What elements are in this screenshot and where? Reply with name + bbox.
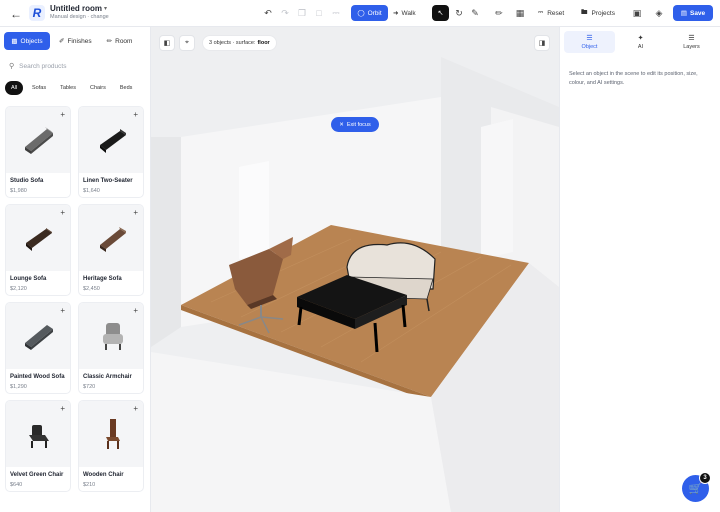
trash-icon: ⎓ — [538, 9, 544, 16]
add-icon[interactable]: + — [60, 404, 65, 413]
product-card[interactable]: + Heritage Sofa $2,450 — [78, 204, 144, 296]
product-card[interactable]: + Linen Two-Seater $1,640 — [78, 106, 144, 198]
product-card[interactable]: + Painted Wood Sofa $1,290 — [5, 302, 71, 394]
save-icon: ▤ — [680, 10, 687, 17]
copy-icon[interactable]: ❐ — [296, 7, 308, 19]
orbit-button[interactable]: ◯ Orbit — [351, 5, 388, 21]
chip-sofas[interactable]: Sofas — [27, 81, 51, 95]
chip-chairs[interactable]: Chairs — [85, 81, 111, 95]
rotate-icon[interactable]: ↻ — [453, 7, 465, 19]
add-icon[interactable]: + — [60, 110, 65, 119]
product-card[interactable]: + Classic Armchair $720 — [78, 302, 144, 394]
ruler-icon: ✏ — [106, 38, 113, 45]
layers-icon: ☰ — [688, 35, 695, 42]
add-icon[interactable]: + — [133, 110, 138, 119]
product-card[interactable]: + Studio Sofa $1,980 — [5, 106, 71, 198]
walk-button[interactable]: ➜ Walk — [393, 5, 416, 21]
cursor-icon: ↖ — [437, 10, 444, 17]
projects-button[interactable]: 🖿 Projects — [581, 5, 615, 21]
arrow-left-icon[interactable]: ← — [9, 7, 23, 21]
gallery-icon[interactable]: ▣ — [631, 7, 643, 19]
catalog-tabs: ▩ Objects ✐ Finishes ✏ Room — [4, 32, 138, 50]
learn-icon[interactable]: ◈ — [653, 7, 665, 19]
product-card[interactable]: + Wooden Chair $210 — [78, 400, 144, 492]
chip-all[interactable]: All — [5, 81, 23, 95]
sparkle-icon: ✦ — [637, 35, 644, 42]
reset-button[interactable]: ⎓ Reset — [538, 5, 564, 21]
room-scene — [151, 27, 559, 512]
room-title[interactable]: Untitled room ▾ — [50, 4, 109, 13]
cart-icon: 🛒 — [688, 483, 703, 495]
panel-toggle-button[interactable]: ◧ — [159, 35, 175, 51]
inspector-hint: Select an object in the scene to edit it… — [569, 71, 698, 86]
app-logo: R — [29, 5, 45, 21]
product-card[interactable]: + Velvet Green Chair $640 — [5, 400, 71, 492]
grid-icon[interactable]: ▦ — [514, 7, 526, 19]
edit-icon[interactable]: ✎ — [469, 7, 481, 19]
tab-ai[interactable]: ✦ AI — [615, 31, 666, 53]
paste-icon[interactable]: □ — [313, 7, 325, 19]
top-bar: ← R Untitled room ▾ Manual design · chan… — [0, 0, 720, 27]
cart-count-badge: 3 — [699, 472, 711, 484]
add-icon[interactable]: + — [133, 306, 138, 315]
add-icon[interactable]: + — [133, 404, 138, 413]
sidebar-icon: ◨ — [538, 40, 546, 47]
select-tool-button[interactable]: ↖ — [432, 5, 449, 21]
inspector-tabs: ☰ Object ✦ AI ☰ Layers — [564, 31, 717, 53]
3d-viewport[interactable]: ◧ ⌖ 3 objects · surface: floor ◨ ✕ Exit … — [151, 27, 559, 512]
chevron-down-icon: ▾ — [104, 6, 108, 12]
inspector-panel: ☰ Object ✦ AI ☰ Layers Select an object … — [559, 27, 720, 512]
tab-layers[interactable]: ☰ Layers — [666, 31, 717, 53]
folder-icon: 🖿 — [581, 8, 588, 16]
add-icon[interactable]: + — [60, 306, 65, 315]
product-search[interactable]: ⚲ — [9, 60, 144, 72]
chip-beds[interactable]: Beds — [115, 81, 138, 95]
redo-icon[interactable]: ↷ — [279, 7, 291, 19]
sliders-icon: ☰ — [586, 35, 593, 42]
room-title-group[interactable]: Untitled room ▾ Manual design · change — [50, 4, 109, 20]
sofa-icon: ▩ — [11, 38, 18, 45]
tab-objects[interactable]: ▩ Objects — [4, 32, 50, 50]
frame-button[interactable]: ⌖ — [179, 35, 195, 51]
product-card[interactable]: + Lounge Sofa $2,120 — [5, 204, 71, 296]
tab-object[interactable]: ☰ Object — [564, 31, 615, 53]
search-input[interactable] — [19, 62, 130, 70]
right-panel-toggle-button[interactable]: ◨ — [534, 35, 550, 51]
measure-icon[interactable]: ✏ — [493, 7, 505, 19]
brush-icon: ✐ — [59, 38, 65, 45]
tab-finishes[interactable]: ✐ Finishes — [53, 32, 98, 50]
objects-status: 3 objects · surface: floor — [202, 35, 277, 51]
trash-icon[interactable]: ⎓ — [330, 7, 342, 19]
add-icon[interactable]: + — [60, 208, 65, 217]
chip-tables[interactable]: Tables — [55, 81, 81, 95]
add-icon[interactable]: + — [133, 208, 138, 217]
undo-icon[interactable]: ↶ — [262, 7, 274, 19]
tab-room[interactable]: ✏ Room — [101, 32, 139, 50]
frame-icon: ⌖ — [185, 39, 189, 46]
exit-focus-button[interactable]: ✕ Exit focus — [331, 117, 379, 132]
room-subtitle: Manual design · change — [50, 14, 109, 20]
orbit-icon: ◯ — [357, 10, 365, 17]
sidebar-icon: ◧ — [163, 40, 171, 47]
catalog-panel: ▩ Objects ✐ Finishes ✏ Room ⚲ All Sofas … — [0, 27, 151, 512]
close-icon: ✕ — [339, 121, 344, 128]
walk-icon: ➜ — [393, 10, 399, 17]
save-button[interactable]: ▤ Save — [673, 5, 713, 21]
search-icon: ⚲ — [9, 63, 15, 70]
category-chips: All Sofas Tables Chairs Beds — [5, 81, 137, 95]
